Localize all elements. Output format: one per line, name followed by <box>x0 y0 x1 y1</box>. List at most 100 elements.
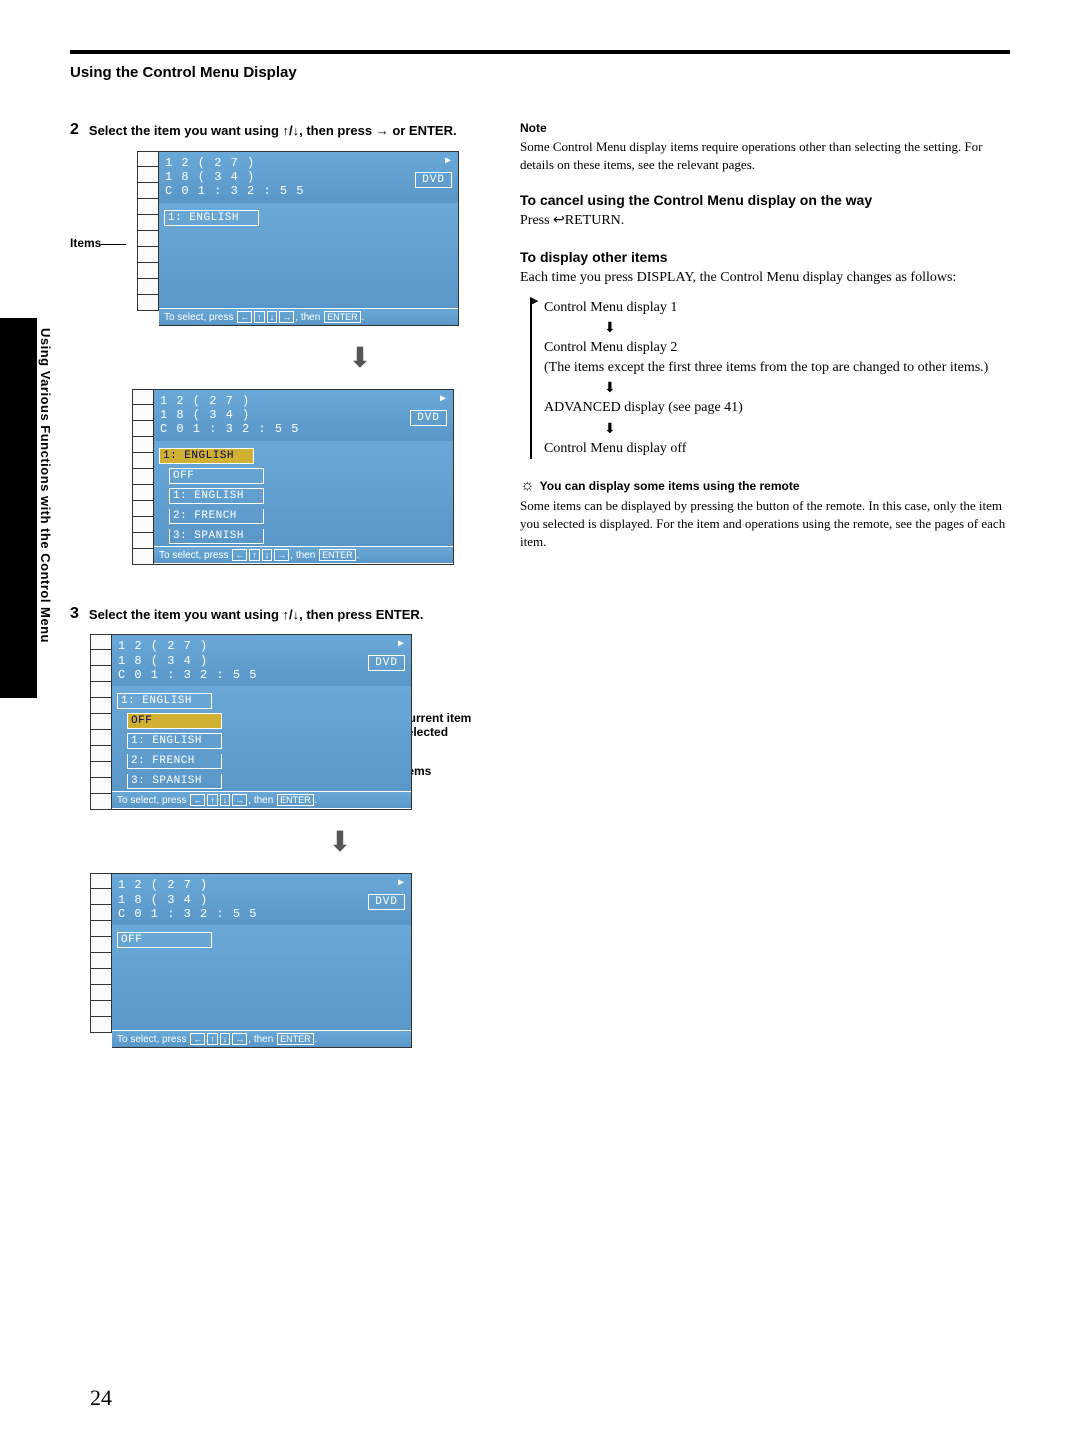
tip-body: Some items can be displayed by pressing … <box>520 497 1010 552</box>
arrow-down-icon: ⬇ <box>190 825 490 858</box>
osd-icon-column <box>90 873 112 1048</box>
arrow-down-icon: ⬇ <box>604 319 1010 336</box>
dot: . <box>362 312 365 323</box>
osd-counter-2: 1 8 ( 3 4 ) <box>160 408 299 422</box>
dot: . <box>315 795 318 806</box>
dvd-badge: DVD <box>410 410 447 426</box>
flow-item-2: Control Menu display 2 <box>544 338 1010 358</box>
arrow-down-icon: ⬇ <box>230 341 490 374</box>
left-column: 2 Select the item you want using ↑/↓, th… <box>70 121 490 1063</box>
osd-body: 1: ENGLISH OFF 1: ENGLISH 2: FRENCH 3: S… <box>112 686 411 791</box>
osd-item-off: OFF <box>169 468 264 484</box>
tip-heading: You can display some items using the rem… <box>540 479 800 493</box>
arrow-button-icon: ↓ <box>220 1033 231 1045</box>
enter-button-icon: ENTER <box>277 794 314 806</box>
dot: . <box>315 1034 318 1045</box>
text-fragment: , then press <box>299 123 376 138</box>
osd-counter-2: 1 8 ( 3 4 ) <box>118 893 257 907</box>
flow-item-1: Control Menu display 1 <box>544 298 1010 318</box>
osd-item-english: 1: ENGLISH <box>169 488 264 504</box>
footer-text: , then <box>248 1034 273 1045</box>
section-title: Using the Control Menu Display <box>70 64 1010 81</box>
cancel-body: Press ↩RETURN. <box>520 211 1010 231</box>
osd-item-selected-off: OFF <box>127 713 222 729</box>
text-fragment: , then press ENTER. <box>299 607 423 622</box>
osd-counter-2: 1 8 ( 3 4 ) <box>165 170 304 184</box>
osd-icon-column <box>132 389 154 565</box>
cancel-heading: To cancel using the Control Menu display… <box>520 192 1010 208</box>
osd-footer: To select, press ←↑↓→, then ENTER. <box>159 308 458 325</box>
osd-header: 1 2 ( 2 7 ) 1 8 ( 3 4 ) C 0 1 : 3 2 : 5 … <box>154 390 453 441</box>
osd-footer: To select, press ←↑↓→, then ENTER. <box>112 1030 411 1047</box>
osd-header: 1 2 ( 2 7 ) 1 8 ( 3 4 ) C 0 1 : 3 2 : 5 … <box>159 152 458 203</box>
osd-body: 1: ENGLISH OFF 1: ENGLISH 2: FRENCH 3: S… <box>154 441 453 546</box>
osd-item-english: 1: ENGLISH <box>127 733 222 749</box>
play-icon: ▶ <box>410 394 447 406</box>
osd-body: OFF <box>112 925 411 1030</box>
osd-footer: To select, press ←↑↓→, then ENTER. <box>112 791 411 808</box>
arrow-down-icon: ⬇ <box>604 420 1010 437</box>
play-icon: ▶ <box>368 639 405 651</box>
note-heading: Note <box>520 121 1010 135</box>
arrow-button-icon: ↓ <box>267 311 278 323</box>
bulb-icon: ☼ <box>520 477 535 495</box>
osd-icon-column <box>90 634 112 810</box>
osd-item-english: 1: ENGLISH <box>117 693 212 709</box>
osd-icon-column <box>137 151 159 326</box>
text-fragment: Select the item you want using <box>89 123 283 138</box>
osd-item-french: 2: FRENCH <box>169 509 264 524</box>
display-heading: To display other items <box>520 249 1010 265</box>
text-fragment: or ENTER. <box>389 123 457 138</box>
footer-text: , then <box>248 795 273 806</box>
arrow-button-icon: ← <box>237 311 252 323</box>
arrow-button-icon: ↑ <box>249 549 260 561</box>
arrow-button-icon: ↓ <box>262 549 273 561</box>
arrow-button-icon: ← <box>190 1033 205 1045</box>
dvd-badge: DVD <box>368 655 405 671</box>
flow-diagram: ▶ Control Menu display 1 ⬇ Control Menu … <box>530 298 1010 459</box>
osd-display-2: 1 2 ( 2 7 ) 1 8 ( 3 4 ) C 0 1 : 3 2 : 5 … <box>132 389 490 565</box>
osd-header: 1 2 ( 2 7 ) 1 8 ( 3 4 ) C 0 1 : 3 2 : 5 … <box>112 874 411 925</box>
osd-display-3: Current item selected Items 1 2 ( 2 7 ) … <box>90 634 490 810</box>
arrow-button-icon: → <box>279 311 294 323</box>
note-body: Some Control Menu display items require … <box>520 138 1010 174</box>
osd-item-selected: 1: ENGLISH <box>159 448 254 464</box>
step-3: 3 Select the item you want using ↑/↓, th… <box>70 605 490 625</box>
osd-counter-3: C 0 1 : 3 2 : 5 5 <box>165 184 304 198</box>
arrow-button-icon: → <box>232 794 247 806</box>
dot: . <box>357 550 360 561</box>
arrow-button-icon: ↑ <box>207 1033 218 1045</box>
osd-body: 1: ENGLISH <box>159 203 458 308</box>
osd-header: 1 2 ( 2 7 ) 1 8 ( 3 4 ) C 0 1 : 3 2 : 5 … <box>112 635 411 686</box>
osd-counter-1: 1 2 ( 2 7 ) <box>160 394 299 408</box>
footer-text: , then <box>290 550 315 561</box>
footer-text: To select, press <box>117 1034 186 1045</box>
up-down-icon: ↑/↓ <box>283 123 300 138</box>
enter-button-icon: ENTER <box>324 311 361 323</box>
step-number: 3 <box>70 605 79 625</box>
flow-item-4: Control Menu display off <box>544 439 1010 459</box>
footer-text: To select, press <box>164 312 233 323</box>
osd-item-french: 2: FRENCH <box>127 754 222 769</box>
arrow-button-icon: ↑ <box>254 311 265 323</box>
page-number: 24 <box>90 1385 112 1411</box>
arrow-button-icon: ← <box>232 549 247 561</box>
osd-display-1: Items 1 2 ( 2 7 ) 1 8 ( 3 4 ) C 0 1 : 3 … <box>70 151 490 326</box>
arrow-button-icon: ↓ <box>220 794 231 806</box>
up-down-icon: ↑/↓ <box>283 607 300 622</box>
osd-counter-1: 1 2 ( 2 7 ) <box>118 639 257 653</box>
flow-item-3: ADVANCED display (see page 41) <box>544 398 1010 418</box>
right-arrow-icon: → <box>376 123 389 138</box>
osd-counter-3: C 0 1 : 3 2 : 5 5 <box>118 668 257 682</box>
right-column: Note Some Control Menu display items req… <box>520 121 1010 1063</box>
text-fragment: Select the item you want using <box>89 607 283 622</box>
osd-item-spanish: 3: SPANISH <box>169 529 264 544</box>
osd-item-english: 1: ENGLISH <box>164 210 259 226</box>
footer-text: To select, press <box>117 795 186 806</box>
play-icon: ▶ <box>368 878 405 890</box>
osd-item-off: OFF <box>117 932 212 948</box>
enter-button-icon: ENTER <box>319 549 356 561</box>
rule-line <box>70 50 1010 54</box>
osd-display-4: 1 2 ( 2 7 ) 1 8 ( 3 4 ) C 0 1 : 3 2 : 5 … <box>90 873 490 1048</box>
arrow-button-icon: ← <box>190 794 205 806</box>
